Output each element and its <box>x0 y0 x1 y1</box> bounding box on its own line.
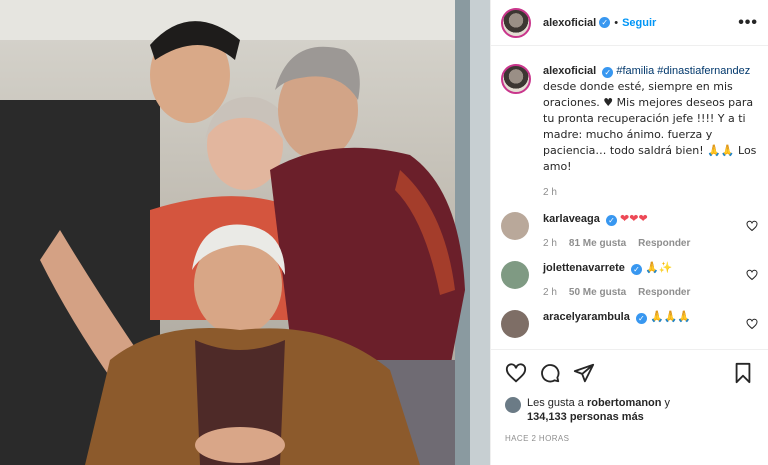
commenter-username[interactable]: jolettenavarrete <box>543 262 625 274</box>
like-heart-icon[interactable] <box>505 362 527 384</box>
comment-time: 2 h <box>543 238 557 249</box>
comment-likes[interactable]: 81 Me gusta <box>569 238 626 249</box>
caption-text: desde donde esté, siempre en mis oracion… <box>543 80 757 173</box>
comment-bubble-icon[interactable] <box>539 362 561 384</box>
like-comment-heart-icon[interactable] <box>746 220 758 232</box>
save-bookmark-icon[interactable] <box>732 362 754 384</box>
comment-item: jolettenavarrete ✓ 🙏✨ 2 h 50 Me gusta Re… <box>491 261 768 298</box>
hashtag-link[interactable]: #dinastiafernandez <box>657 65 750 77</box>
share-paper-plane-icon[interactable] <box>573 362 595 384</box>
post-header: alexoficial ✓ • Seguir ••• <box>491 0 768 46</box>
liker-avatar[interactable] <box>505 397 521 413</box>
verified-badge-icon: ✓ <box>605 215 617 226</box>
reply-button[interactable]: Responder <box>638 238 690 249</box>
verified-badge-icon: ✓ <box>599 17 611 28</box>
likes-count-others[interactable]: 134,133 personas más <box>527 411 644 423</box>
author-username[interactable]: alexoficial <box>543 17 596 29</box>
likes-prefix: Les gusta a <box>527 397 587 409</box>
likes-suffix: y <box>661 397 671 409</box>
like-comment-heart-icon[interactable] <box>746 318 758 330</box>
likes-summary: Les gusta a robertomanon y 134,133 perso… <box>505 396 754 424</box>
caption-time: 2 h <box>543 187 557 198</box>
more-options-icon[interactable]: ••• <box>738 14 758 32</box>
verified-badge-icon: ✓ <box>631 264 642 275</box>
author-avatar[interactable] <box>501 7 531 38</box>
comment-text: ❤❤❤ <box>620 212 648 225</box>
post-photo[interactable] <box>0 0 490 465</box>
comment-text: 🙏✨ <box>645 261 673 274</box>
comment-item: aracelyarambula ✓ 🙏🙏🙏 <box>491 310 768 338</box>
commenter-avatar[interactable] <box>501 310 529 338</box>
liker-username[interactable]: robertomanon <box>587 397 662 409</box>
caption-avatar[interactable] <box>501 64 531 94</box>
comment-item: karlaveaga ✓ ❤❤❤ 2 h 81 Me gusta Respond… <box>491 212 768 249</box>
commenter-username[interactable]: karlaveaga <box>543 213 600 225</box>
comment-time: 2 h <box>543 287 557 298</box>
commenter-avatar[interactable] <box>501 212 529 240</box>
hashtag-link[interactable]: #familia <box>616 65 654 77</box>
commenter-username[interactable]: aracelyarambula <box>543 311 630 323</box>
verified-badge-icon: ✓ <box>635 313 647 324</box>
post-timestamp: HACE 2 HORAS <box>505 434 570 443</box>
follow-button[interactable]: Seguir <box>622 17 656 29</box>
separator-dot: • <box>614 16 619 29</box>
caption-username[interactable]: alexoficial <box>543 65 596 77</box>
reply-button[interactable]: Responder <box>638 287 690 298</box>
verified-badge-icon: ✓ <box>602 67 614 78</box>
post-actions: Les gusta a robertomanon y 134,133 perso… <box>491 349 768 465</box>
comment-likes[interactable]: 50 Me gusta <box>569 287 626 298</box>
like-comment-heart-icon[interactable] <box>746 269 758 281</box>
family-photo <box>0 0 490 465</box>
post-side-panel: alexoficial ✓ • Seguir ••• alexoficial ✓… <box>490 0 768 465</box>
commenter-avatar[interactable] <box>501 261 529 289</box>
comment-text: 🙏🙏🙏 <box>649 310 692 323</box>
post-caption: alexoficial ✓ #familia #dinastiafernande… <box>491 46 768 200</box>
